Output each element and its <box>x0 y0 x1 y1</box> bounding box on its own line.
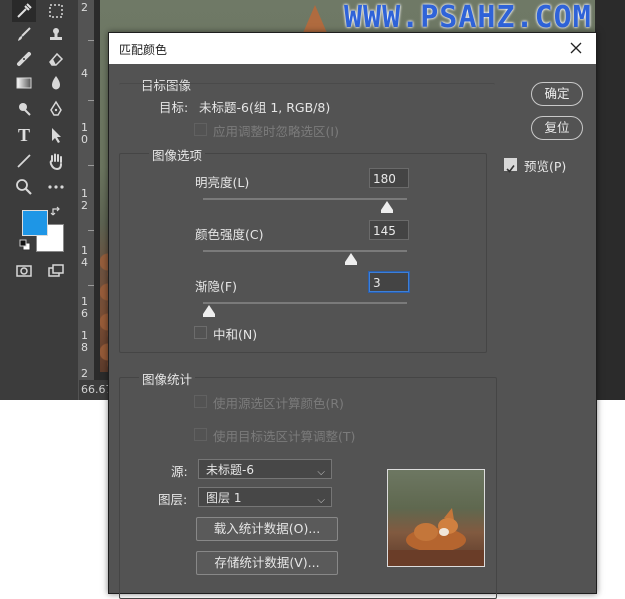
type-tool-glyph: T <box>17 124 30 145</box>
intensity-slider-track[interactable] <box>203 250 407 252</box>
preview-label: 预览(P) <box>524 159 567 174</box>
target-value: 未标题-6(组 1, RGB/8) <box>199 100 331 115</box>
watermark-text: WWW.PSAHZ.COM <box>344 0 592 35</box>
foreground-color-swatch[interactable] <box>22 210 48 236</box>
quick-mask-icon[interactable] <box>12 260 36 282</box>
luminance-slider-track[interactable] <box>203 198 407 200</box>
target-label: 目标: <box>159 100 189 115</box>
chevron-down-icon: ⌵ <box>317 495 325 506</box>
pen-icon[interactable] <box>44 98 68 120</box>
neutralize-checkbox[interactable] <box>194 326 207 339</box>
image-options-group <box>119 153 487 353</box>
dialog-title: 匹配颜色 <box>119 43 168 57</box>
use-target-selection-checkbox[interactable] <box>194 428 207 441</box>
default-colors-icon[interactable] <box>19 239 31 251</box>
zoom-icon[interactable] <box>12 176 36 198</box>
fox-thumbnail-image <box>388 508 484 566</box>
ruler-number: 1 <box>81 329 88 342</box>
checkmark-icon <box>506 165 515 173</box>
blur-drop-icon[interactable] <box>44 72 68 94</box>
source-label: 源: <box>171 464 188 479</box>
ok-button[interactable]: 确定 <box>531 82 583 106</box>
ruler-number: 2 <box>81 1 88 14</box>
source-select[interactable]: 未标题-6 ⌵ <box>198 459 332 479</box>
close-icon[interactable] <box>565 37 587 59</box>
dodge-icon[interactable] <box>12 98 36 120</box>
intensity-slider-thumb[interactable] <box>344 253 357 265</box>
more-tools-icon[interactable] <box>44 176 68 198</box>
luminance-label: 明亮度(L) <box>195 175 250 190</box>
line-icon[interactable] <box>12 150 36 172</box>
tools-panel: T <box>0 0 79 400</box>
dialog-titlebar: 匹配颜色 <box>109 33 596 64</box>
image-options-heading: 图像选项 <box>149 145 206 164</box>
stamp-icon[interactable] <box>44 24 68 46</box>
save-statistics-button[interactable]: 存储统计数据(V)... <box>196 551 338 575</box>
hand-icon[interactable] <box>44 150 68 172</box>
swap-colors-icon[interactable] <box>50 205 64 219</box>
image-statistics-heading: 图像统计 <box>139 369 196 388</box>
type-icon[interactable]: T <box>12 124 36 146</box>
fade-slider-thumb[interactable] <box>203 305 216 317</box>
ruler-number: 2 <box>81 367 88 380</box>
neutralize-label: 中和(N) <box>213 327 258 342</box>
use-source-selection-label: 使用源选区计算颜色(R) <box>213 396 344 411</box>
brush-icon[interactable] <box>12 24 36 46</box>
ruler-number: 6 <box>81 307 88 320</box>
fade-label: 渐隐(F) <box>195 279 237 294</box>
load-statistics-button[interactable]: 载入统计数据(O)... <box>196 517 338 541</box>
preview-checkbox[interactable] <box>504 158 517 173</box>
ruler-number: 1 <box>81 187 88 200</box>
match-color-dialog: 匹配颜色 目标图像 目标: 未标题-6(组 1, RGB/8) 应用调整时忽略选… <box>108 32 597 599</box>
screen-mode-icon[interactable] <box>44 260 68 282</box>
ignore-selection-label: 应用调整时忽略选区(I) <box>213 124 339 139</box>
layer-select[interactable]: 图层 1 ⌵ <box>198 487 332 507</box>
marquee-icon[interactable] <box>44 0 68 22</box>
luminance-slider-thumb[interactable] <box>380 201 393 213</box>
layer-label: 图层: <box>158 492 188 507</box>
healing-icon[interactable] <box>12 48 36 70</box>
reset-button[interactable]: 复位 <box>531 116 583 140</box>
fade-slider-track[interactable] <box>203 302 407 304</box>
ruler-number: 8 <box>81 341 88 354</box>
ruler-number: 4 <box>81 256 88 269</box>
layer-value: 图层 1 <box>206 491 242 505</box>
source-value: 未标题-6 <box>206 463 254 477</box>
path-select-icon[interactable] <box>44 124 68 146</box>
vertical-ruler: 2 4 1 0 1 2 1 4 1 6 1 8 2 <box>78 0 95 400</box>
chevron-down-icon: ⌵ <box>317 467 325 478</box>
intensity-label: 颜色强度(C) <box>195 227 264 242</box>
ignore-selection-checkbox[interactable] <box>194 123 207 136</box>
eyedropper-icon[interactable] <box>12 0 36 22</box>
ruler-number: 1 <box>81 244 88 257</box>
luminance-input[interactable]: 180 <box>369 168 409 188</box>
fade-input[interactable]: 3 <box>369 272 409 292</box>
ruler-number: 1 <box>81 295 88 308</box>
gradient-icon[interactable] <box>12 72 36 94</box>
eraser-icon[interactable] <box>44 48 68 70</box>
ruler-number: 0 <box>81 133 88 146</box>
source-preview-thumbnail <box>387 469 485 567</box>
ruler-number: 1 <box>81 121 88 134</box>
ruler-number: 4 <box>81 67 88 80</box>
use-target-selection-label: 使用目标选区计算调整(T) <box>213 429 356 444</box>
use-source-selection-checkbox[interactable] <box>194 395 207 408</box>
intensity-input[interactable]: 145 <box>369 220 409 240</box>
ruler-number: 2 <box>81 199 88 212</box>
